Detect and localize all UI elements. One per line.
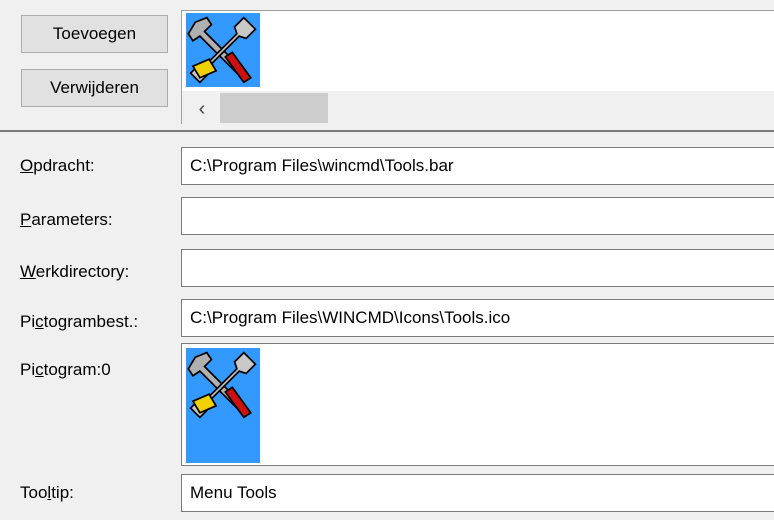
tooltip-label: Tooltip:: [20, 483, 74, 502]
tooltip-value: Menu Tools: [190, 483, 277, 502]
parameters-field[interactable]: [181, 197, 774, 235]
command-label: Opdracht:: [20, 156, 95, 175]
separator: [0, 130, 774, 132]
tooltip-field[interactable]: Menu Tools: [181, 474, 774, 512]
scroll-left-icon[interactable]: ‹: [188, 97, 216, 121]
command-value: C:\Program Files\wincmd\Tools.bar: [190, 156, 454, 175]
toolbar-preview[interactable]: ‹: [181, 10, 774, 125]
add-button-label: Toevoegen: [52, 24, 137, 43]
horizontal-scrollbar[interactable]: ‹: [182, 91, 774, 125]
workdir-field[interactable]: [181, 249, 774, 287]
remove-button-label: Verwijderen: [50, 78, 139, 97]
workdir-label: Werkdirectory:: [20, 262, 130, 281]
iconfile-field[interactable]: C:\Program Files\WINCMD\Icons\Tools.ico: [181, 299, 774, 337]
icon-label: Pictogram:0: [20, 360, 111, 379]
iconfile-label: Pictogrambest.:: [20, 312, 139, 331]
scroll-thumb[interactable]: [220, 93, 328, 123]
icon-picker[interactable]: [181, 343, 774, 466]
tools-icon[interactable]: [186, 13, 260, 87]
iconfile-value: C:\Program Files\WINCMD\Icons\Tools.ico: [190, 308, 511, 327]
add-button[interactable]: Toevoegen: [21, 15, 168, 53]
command-field[interactable]: C:\Program Files\wincmd\Tools.bar: [181, 147, 774, 185]
remove-button[interactable]: Verwijderen: [21, 69, 168, 107]
tools-icon[interactable]: [186, 348, 260, 463]
parameters-label: Parameters:: [20, 210, 113, 229]
